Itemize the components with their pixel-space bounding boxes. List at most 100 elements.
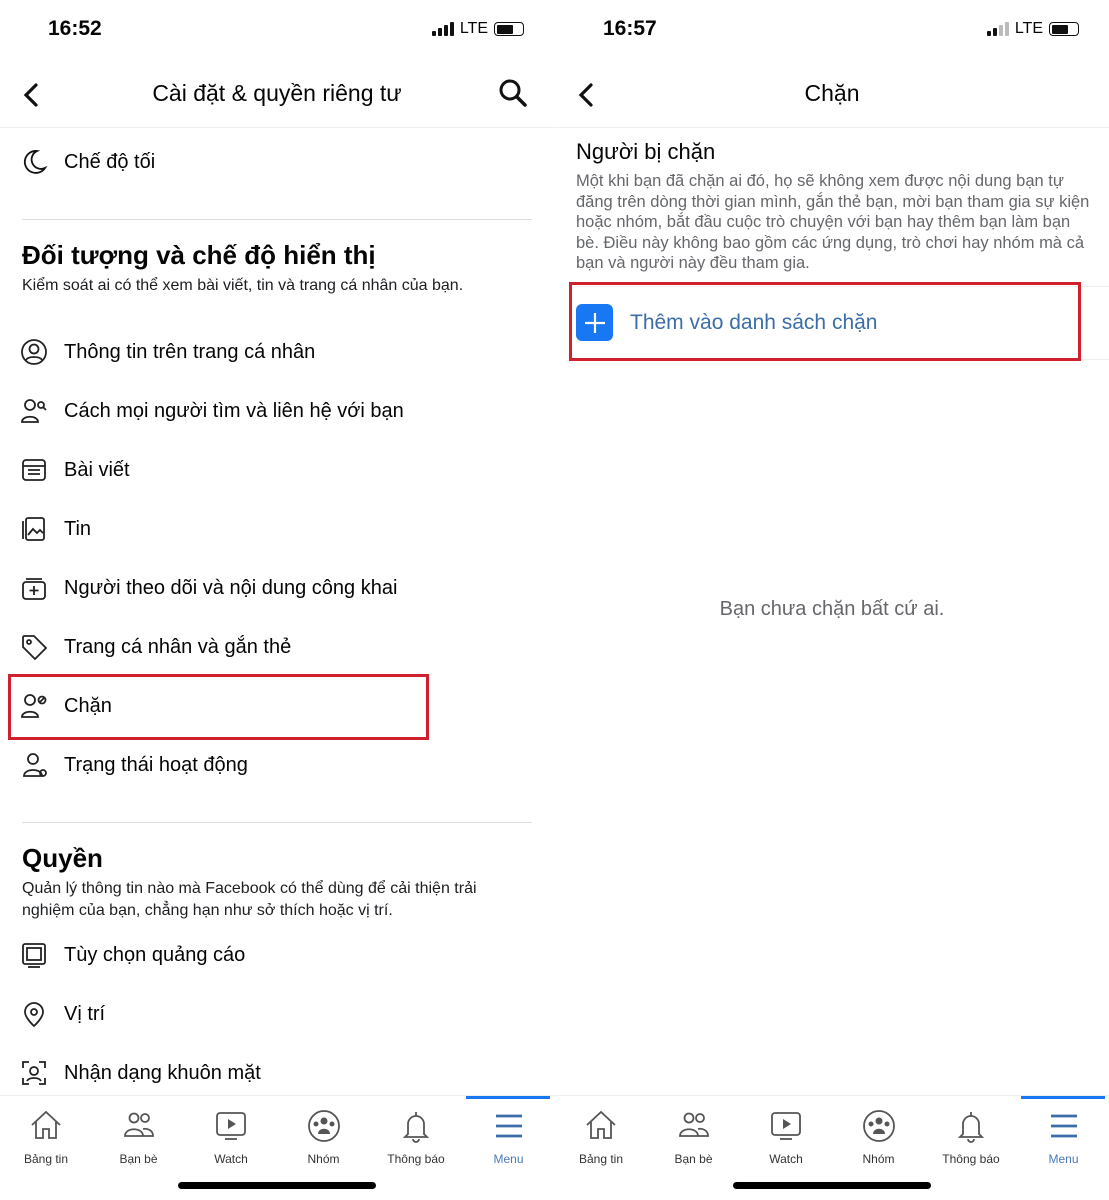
nav-tab-thông-báo[interactable]: Thông báo <box>925 1108 1017 1166</box>
status-time: 16:57 <box>603 17 657 40</box>
nav-label: Menu <box>493 1152 524 1166</box>
highlight-box <box>569 282 1081 361</box>
blocked-description: Một khi bạn đã chặn ai đó, họ sẽ không x… <box>576 172 1090 273</box>
settings-item-profile[interactable]: Thông tin trên trang cá nhân <box>20 334 315 370</box>
location-icon <box>24 1002 44 1028</box>
posts-icon <box>22 459 46 481</box>
tag-icon <box>22 635 48 661</box>
block-screen: 16:57 LTE Chặn Người bị chặn Một khi bạn… <box>555 0 1109 1200</box>
item-label: Tin <box>64 517 92 540</box>
stories-icon <box>22 517 45 541</box>
nav-label: Thông báo <box>942 1152 1000 1166</box>
ads-icon <box>22 943 46 968</box>
status-bar-indicators: LTE <box>431 20 524 38</box>
nav-tab-menu[interactable]: Menu <box>463 1108 555 1166</box>
item-label: Vị trí <box>64 1002 106 1025</box>
nav-tab-bảng-tin[interactable]: Bảng tin <box>555 1108 647 1166</box>
highlight-box <box>8 674 429 740</box>
nav-label: Thông báo <box>387 1152 445 1166</box>
friends-icon <box>123 1112 154 1137</box>
item-label: Trạng thái hoạt động <box>64 753 248 776</box>
signal-icon <box>986 22 1009 36</box>
network-label: LTE <box>1014 20 1043 37</box>
nav-label: Watch <box>769 1152 803 1166</box>
search-icon[interactable] <box>498 78 528 108</box>
settings-item-location[interactable]: Vị trí <box>20 996 105 1032</box>
empty-state-text: Bạn chưa chặn bất cứ ai. <box>719 598 945 620</box>
face-recognition-icon <box>22 1061 46 1085</box>
active-tab-indicator <box>466 1096 550 1099</box>
nav-tab-nhóm[interactable]: Nhóm <box>833 1108 925 1166</box>
status-bar-indicators: LTE <box>986 20 1079 38</box>
nav-tab-menu[interactable]: Menu <box>1018 1108 1109 1166</box>
permissions-description: Quản lý thông tin nào mà Facebook có thể… <box>22 880 477 919</box>
settings-item-active-status[interactable]: Trạng thái hoạt động <box>20 747 248 783</box>
settings-item-followers[interactable]: Người theo dõi và nội dung công khai <box>20 570 397 606</box>
groups-icon <box>307 1110 340 1142</box>
nav-tab-bạn-bè[interactable]: Bạn bè <box>93 1108 185 1166</box>
profile-icon <box>21 339 47 365</box>
groups-icon <box>862 1110 895 1142</box>
audience-description: Kiểm soát ai có thể xem bài viết, tin và… <box>22 277 464 294</box>
bell-icon <box>402 1112 430 1143</box>
blocked-people-heading: Người bị chặn <box>576 139 716 164</box>
nav-label: Bạn bè <box>674 1152 713 1166</box>
item-label: Chế độ tối <box>64 150 156 173</box>
settings-item-ads[interactable]: Tùy chọn quảng cáo <box>20 937 245 973</box>
home-icon <box>586 1110 616 1139</box>
item-label: Trang cá nhân và gắn thẻ <box>64 635 292 658</box>
page-title: Cài đặt & quyền riêng tư <box>152 80 402 106</box>
settings-item-posts[interactable]: Bài viết <box>20 452 130 488</box>
network-label: LTE <box>459 20 488 37</box>
status-time: 16:52 <box>48 17 102 40</box>
friends-icon <box>678 1112 709 1137</box>
header: Cài đặt & quyền riêng tư <box>0 70 554 128</box>
settings-item-people-search[interactable]: Cách mọi người tìm và liên hệ với bạn <box>20 393 404 429</box>
item-label: Thông tin trên trang cá nhân <box>64 340 316 363</box>
active-status-icon <box>23 753 47 777</box>
nav-label: Bảng tin <box>23 1152 69 1166</box>
nav-label: Bảng tin <box>578 1152 624 1166</box>
audience-heading: Đối tượng và chế độ hiển thị <box>22 240 376 270</box>
nav-tab-bạn-bè[interactable]: Bạn bè <box>648 1108 740 1166</box>
followers-icon <box>22 578 46 600</box>
item-label: Người theo dõi và nội dung công khai <box>64 576 398 599</box>
bell-icon <box>957 1112 985 1143</box>
moon-icon <box>23 150 48 174</box>
nav-tab-thông-báo[interactable]: Thông báo <box>370 1108 462 1166</box>
nav-tab-bảng-tin[interactable]: Bảng tin <box>0 1108 92 1166</box>
settings-item-tag[interactable]: Trang cá nhân và gắn thẻ <box>20 629 291 665</box>
settings-item-face-recognition[interactable]: Nhận dạng khuôn mặt <box>20 1055 261 1091</box>
home-icon <box>31 1110 61 1139</box>
item-label: Bài viết <box>64 458 130 481</box>
battery-icon <box>1049 22 1079 36</box>
item-label: Nhận dạng khuôn mặt <box>64 1061 261 1084</box>
watch-icon <box>771 1112 801 1140</box>
nav-label: Menu <box>1048 1152 1079 1166</box>
nav-tab-nhóm[interactable]: Nhóm <box>278 1108 370 1166</box>
dark-mode-item[interactable]: Chế độ tối <box>20 144 155 180</box>
divider <box>22 822 532 823</box>
settings-privacy-screen: 16:52 LTE Cài đặt & quyền riêng tư Chế đ… <box>0 0 554 1200</box>
nav-label: Bạn bè <box>119 1152 158 1166</box>
nav-tab-watch[interactable]: Watch <box>185 1108 277 1166</box>
menu-icon <box>1050 1114 1077 1138</box>
signal-icon <box>431 22 454 36</box>
active-tab-indicator <box>1021 1096 1105 1099</box>
nav-label: Nhóm <box>862 1152 895 1166</box>
page-title: Chặn <box>804 80 860 106</box>
home-indicator <box>733 1182 931 1189</box>
nav-tab-watch[interactable]: Watch <box>740 1108 832 1166</box>
divider <box>22 219 532 220</box>
nav-label: Nhóm <box>307 1152 340 1166</box>
people-search-icon <box>21 399 47 423</box>
item-label: Cách mọi người tìm và liên hệ với bạn <box>64 399 404 422</box>
header: Chặn <box>555 70 1109 128</box>
settings-item-stories[interactable]: Tin <box>20 511 91 547</box>
permissions-heading: Quyền <box>22 843 103 873</box>
battery-icon <box>494 22 524 36</box>
home-indicator <box>178 1182 376 1189</box>
item-label: Tùy chọn quảng cáo <box>64 943 246 966</box>
nav-label: Watch <box>214 1152 248 1166</box>
watch-icon <box>216 1112 246 1140</box>
